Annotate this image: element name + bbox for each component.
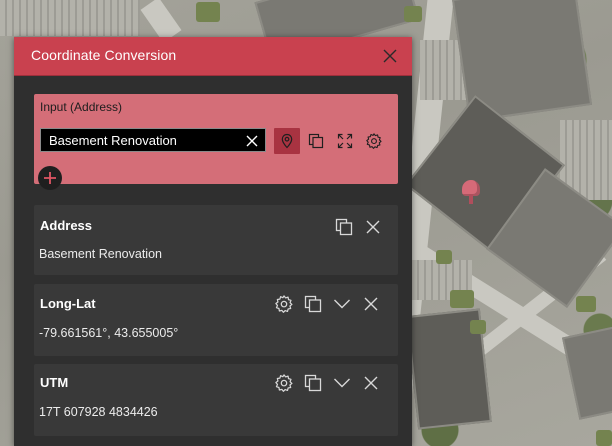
output-value: -79.661561°, 43.655005° [39,326,179,340]
copy-button[interactable] [334,217,354,237]
input-label: Input (Address) [40,100,123,114]
close-icon [246,135,258,147]
tree-cluster [576,296,596,312]
chevron-down-icon [334,378,350,388]
map-pin-icon [281,133,293,149]
copy-button[interactable] [303,373,323,393]
plus-icon [44,172,56,184]
tree-cluster [470,320,486,334]
copy-icon [335,218,353,236]
output-card-long-lat: Long-Lat -79.661561°, 43.655005° [34,284,398,356]
expand-icon [337,133,353,149]
building-roof [561,324,612,420]
coordinate-conversion-panel: Coordinate Conversion Input (Address) Ba… [14,37,412,446]
expand-button[interactable] [332,128,358,154]
copy-icon [308,133,324,149]
tree-cluster [436,250,452,264]
location-pin-marker[interactable] [462,180,480,204]
expand-details-button[interactable] [332,294,352,314]
output-title: UTM [40,375,69,390]
tree-cluster [596,430,612,446]
remove-button[interactable] [361,373,381,393]
copy-button[interactable] [303,294,323,314]
panel-body: Input (Address) Basement Renovation Addr… [14,76,412,446]
output-card-address: Address Basement Renovation [34,205,398,275]
input-card: Input (Address) [34,94,398,190]
output-title: Address [40,218,93,233]
chevron-down-icon [334,299,350,309]
address-field[interactable] [40,128,266,152]
gear-icon [366,133,382,149]
tree-cluster [404,6,422,22]
tree-cluster [196,2,220,22]
gear-icon [275,295,293,313]
close-icon [364,376,378,390]
remove-button[interactable] [361,294,381,314]
remove-button[interactable] [363,217,383,237]
panel-titlebar[interactable]: Coordinate Conversion [14,37,412,76]
output-card-utm: UTM 17T 607928 4834426 [34,364,398,436]
copy-icon [304,374,322,392]
output-value: 17T 607928 4834426 [39,405,158,419]
select-location-button[interactable] [274,128,300,154]
parking-lot [0,0,140,36]
expand-details-button[interactable] [332,373,352,393]
output-title: Long-Lat [40,296,96,311]
tree-cluster [450,290,474,308]
close-panel-button[interactable] [382,48,398,64]
address-input[interactable] [49,129,237,151]
copy-all-button[interactable] [303,128,329,154]
add-conversion-button[interactable] [38,166,62,190]
copy-icon [304,295,322,313]
close-icon [364,297,378,311]
clear-input-button[interactable] [246,134,258,147]
settings-button[interactable] [274,294,294,314]
output-value: Basement Renovation [39,247,162,261]
settings-button[interactable] [274,373,294,393]
close-icon [383,49,397,63]
panel-title: Coordinate Conversion [31,47,177,63]
input-settings-button[interactable] [361,128,387,154]
close-icon [366,220,380,234]
gear-icon [275,374,293,392]
